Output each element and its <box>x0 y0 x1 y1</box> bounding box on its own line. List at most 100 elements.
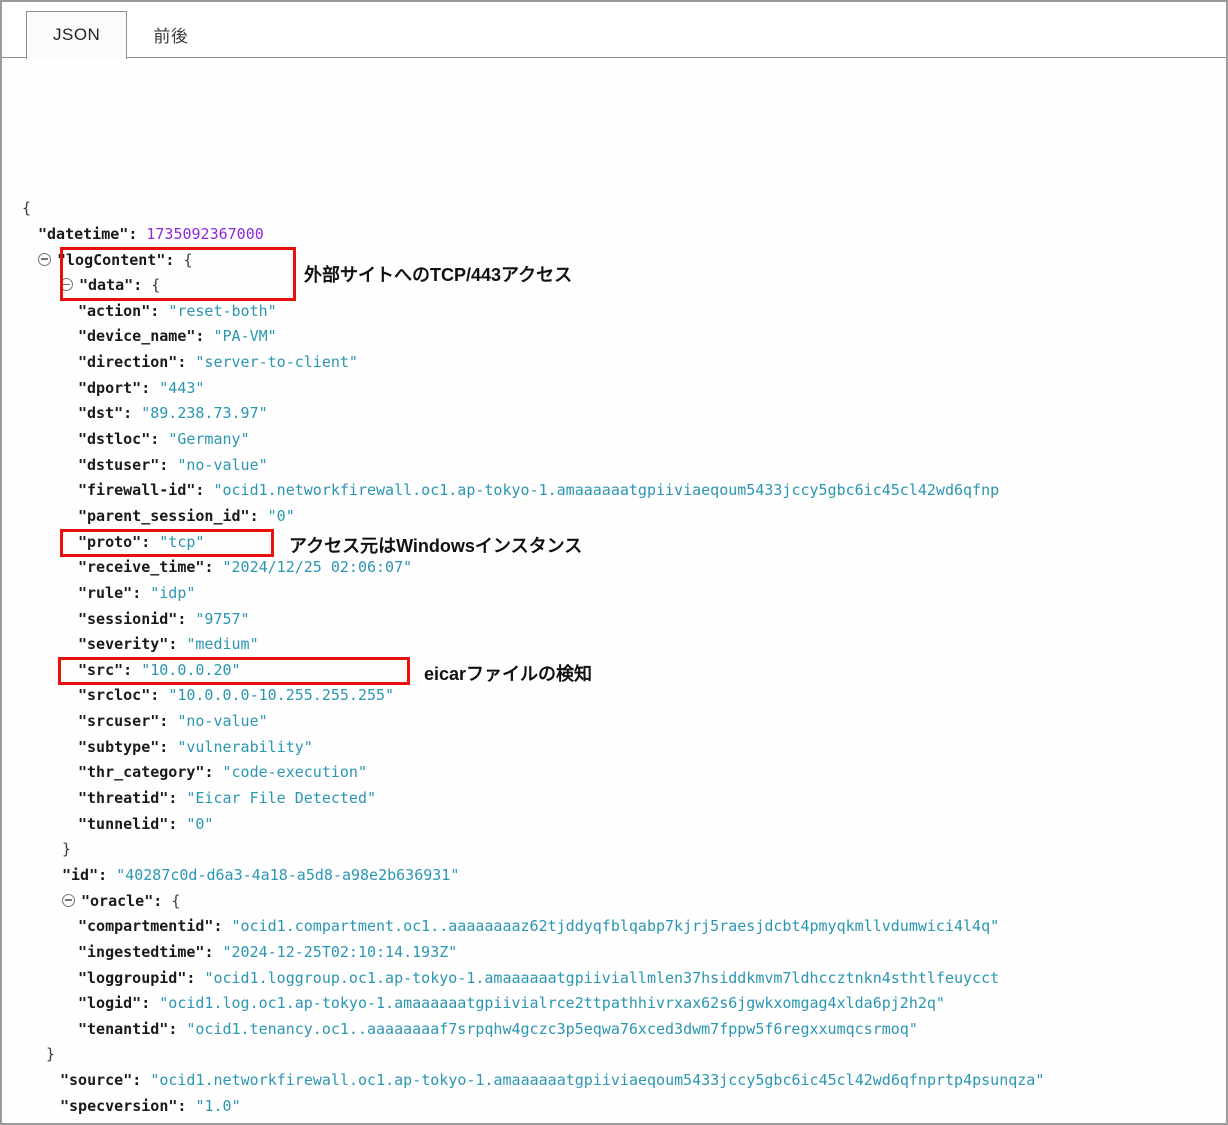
json-key: "direction" <box>78 353 177 371</box>
json-string-value: "idp" <box>150 584 195 602</box>
json-line: "dport": "443" <box>2 376 1226 402</box>
json-string-value: "2024-12-25T02:10:14.193Z" <box>223 943 458 961</box>
json-punct: : <box>186 969 204 987</box>
json-key: "dst" <box>78 404 123 422</box>
json-key: "thr_category" <box>78 763 204 781</box>
json-string-value: "9757" <box>195 610 249 628</box>
highlight-box-src <box>60 529 274 557</box>
json-key: "compartmentid" <box>78 917 213 935</box>
json-punct: : <box>98 866 116 884</box>
json-line: "parent_session_id": "0" <box>2 504 1226 530</box>
collapse-toggle-icon[interactable] <box>38 253 51 266</box>
json-line: } <box>2 1042 1226 1068</box>
json-line: "rule": "idp" <box>2 581 1226 607</box>
json-string-value: "ocid1.compartment.oc1..aaaaaaaaz62tjddy… <box>232 917 1000 935</box>
json-string-value: "reset-both" <box>168 302 276 320</box>
json-punct: : <box>168 1020 186 1038</box>
annotation-src: アクセス元はWindowsインスタンス <box>289 534 582 560</box>
json-brace: } <box>46 1045 55 1063</box>
json-line: "dst": "89.238.73.97" <box>2 401 1226 427</box>
json-line: "compartmentid": "ocid1.compartment.oc1.… <box>2 914 1226 940</box>
json-key: "subtype" <box>78 738 159 756</box>
json-line: "sessionid": "9757" <box>2 607 1226 633</box>
json-string-value: "Germany" <box>168 430 249 448</box>
json-line: "tenantid": "ocid1.tenancy.oc1..aaaaaaaa… <box>2 1017 1226 1043</box>
json-key: "tenantid" <box>78 1020 168 1038</box>
json-string-value: "no-value" <box>177 712 267 730</box>
json-punct: : <box>168 815 186 833</box>
json-line: "specversion": "1.0" <box>2 1094 1226 1120</box>
json-key: "id" <box>62 866 98 884</box>
json-key: "logid" <box>78 994 141 1012</box>
json-line: { <box>2 196 1226 222</box>
json-line: "thr_category": "code-execution" <box>2 760 1226 786</box>
json-string-value: "443" <box>159 379 204 397</box>
json-punct: : <box>123 404 141 422</box>
tab-context[interactable]: 前後 <box>127 10 214 58</box>
json-brace: { <box>22 199 31 217</box>
json-key: "dport" <box>78 379 141 397</box>
json-string-value: "0" <box>186 815 213 833</box>
json-string-value: "40287c0d-d6a3-4a18-a5d8-a98e2b636931" <box>116 866 459 884</box>
json-string-value: "ocid1.tenancy.oc1..aaaaaaaaf7srpqhw4gcz… <box>186 1020 918 1038</box>
collapse-toggle-icon[interactable] <box>62 894 75 907</box>
json-string-value: "no-value" <box>177 456 267 474</box>
json-key: "oracle" <box>81 892 153 910</box>
json-punct: : <box>177 353 195 371</box>
json-punct: : <box>177 1097 195 1115</box>
json-string-value: "medium" <box>186 635 258 653</box>
json-line: } <box>2 837 1226 863</box>
json-key: "firewall-id" <box>78 481 195 499</box>
json-string-value: "10.0.0.0-10.255.255.255" <box>168 686 394 704</box>
json-punct: : <box>141 379 159 397</box>
json-line: "subtype": "vulnerability" <box>2 735 1226 761</box>
json-string-value: "ocid1.loggroup.oc1.ap-tokyo-1.amaaaaaat… <box>204 969 999 987</box>
json-punct: : <box>132 584 150 602</box>
json-string-value: "vulnerability" <box>177 738 312 756</box>
json-key: "loggroupid" <box>78 969 186 987</box>
json-line: "time": "2024-12-25T02:06:07.000Z" <box>2 1119 1226 1123</box>
json-punct: : <box>159 712 177 730</box>
json-string-value: "0" <box>268 507 295 525</box>
json-key: "tunnelid" <box>78 815 168 833</box>
annotation-dport: 外部サイトへのTCP/443アクセス <box>304 263 572 289</box>
json-line: "receive_time": "2024/12/25 02:06:07" <box>2 555 1226 581</box>
json-punct: : <box>204 558 222 576</box>
json-key: "action" <box>78 302 150 320</box>
json-punct: : <box>177 610 195 628</box>
json-string-value: "ocid1.networkfirewall.oc1.ap-tokyo-1.am… <box>213 481 999 499</box>
json-line: "action": "reset-both" <box>2 299 1226 325</box>
json-key: "dstuser" <box>78 456 159 474</box>
json-punct: : <box>204 943 222 961</box>
json-punct: : <box>195 327 213 345</box>
json-key: "rule" <box>78 584 132 602</box>
json-key: "specversion" <box>60 1097 177 1115</box>
json-line: "tunnelid": "0" <box>2 812 1226 838</box>
json-line: "id": "40287c0d-d6a3-4a18-a5d8-a98e2b636… <box>2 863 1226 889</box>
json-line: "direction": "server-to-client" <box>2 350 1226 376</box>
json-punct: : <box>153 892 171 910</box>
json-key: "device_name" <box>78 327 195 345</box>
highlight-box-threatid <box>58 657 410 685</box>
json-string-value: "2024-12-25T02:06:07.000Z" <box>132 1122 367 1123</box>
json-string-value: "ocid1.log.oc1.ap-tokyo-1.amaaaaaatgpiiv… <box>159 994 945 1012</box>
json-punct: : <box>213 917 231 935</box>
json-string-value: "2024/12/25 02:06:07" <box>223 558 413 576</box>
json-key: "srcloc" <box>78 686 150 704</box>
json-string-value: "ocid1.networkfirewall.oc1.ap-tokyo-1.am… <box>150 1071 1044 1089</box>
json-string-value: "Eicar File Detected" <box>186 789 376 807</box>
json-punct: : <box>195 481 213 499</box>
json-brace: { <box>171 892 180 910</box>
json-line: "srcloc": "10.0.0.0-10.255.255.255" <box>2 683 1226 709</box>
json-punct: : <box>150 686 168 704</box>
json-brace: } <box>62 840 71 858</box>
json-line: "ingestedtime": "2024-12-25T02:10:14.193… <box>2 940 1226 966</box>
json-area: {"datetime": 1735092367000"logContent": … <box>2 58 1226 1123</box>
highlight-box-dport-dst <box>60 247 296 301</box>
json-key: "source" <box>60 1071 132 1089</box>
tab-json[interactable]: JSON <box>26 11 127 59</box>
json-line: "logid": "ocid1.log.oc1.ap-tokyo-1.amaaa… <box>2 991 1226 1017</box>
json-line: "loggroupid": "ocid1.loggroup.oc1.ap-tok… <box>2 966 1226 992</box>
json-punct: : <box>168 789 186 807</box>
json-key: "receive_time" <box>78 558 204 576</box>
